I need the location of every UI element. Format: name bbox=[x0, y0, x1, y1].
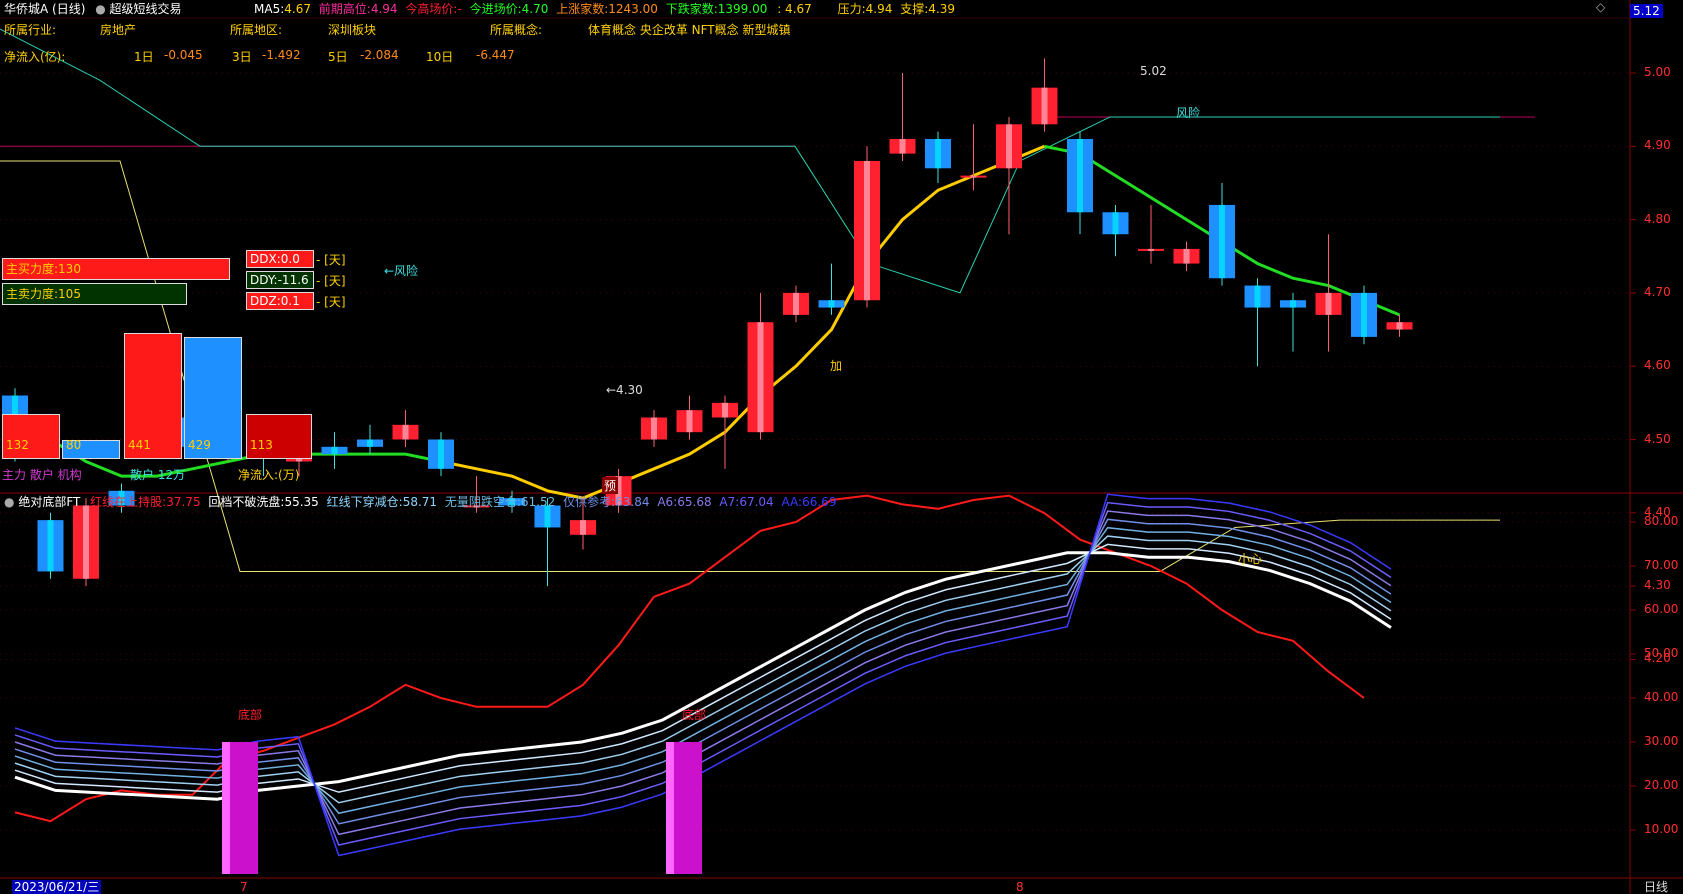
candle-highlight bbox=[1290, 300, 1296, 308]
price-tick-label: 4.50 bbox=[1644, 431, 1671, 446]
price-tick-label: 4.30 bbox=[1644, 578, 1671, 593]
lower-tick-label: 60.00 bbox=[1644, 602, 1679, 616]
ddx-box: DDX:0.0 bbox=[246, 250, 314, 268]
candle-highlight bbox=[1041, 87, 1048, 125]
stock-title: 华侨城A (日线) bbox=[4, 2, 86, 16]
candle-highlight bbox=[1219, 204, 1225, 279]
candle-highlight bbox=[1006, 124, 1012, 169]
ma-line-yellow bbox=[440, 144, 1046, 500]
candle-highlight bbox=[83, 505, 89, 579]
ddz-day: - [天] bbox=[316, 295, 346, 309]
fan-line bbox=[14, 518, 1392, 825]
candle-highlight bbox=[899, 138, 906, 154]
candle-highlight bbox=[438, 439, 444, 469]
price-tick-label: 4.90 bbox=[1644, 138, 1671, 153]
vol-bar-main-sell: 80 bbox=[62, 438, 120, 459]
candle-highlight bbox=[47, 520, 54, 572]
lower-indicator-icon: ● bbox=[4, 495, 15, 509]
candle-highlight bbox=[580, 520, 586, 535]
vol-bar-main-buy: 132 bbox=[2, 414, 60, 459]
candle-highlight bbox=[686, 410, 693, 433]
lower-tick-label: 10.00 bbox=[1644, 822, 1679, 836]
candle-highlight bbox=[331, 446, 338, 455]
candle-highlight bbox=[1183, 248, 1190, 264]
period-label[interactable]: 日线 bbox=[1644, 880, 1668, 894]
header-values: MA5:4.67 前期高位:4.94 今高场价:- 今进场价:4.70 上涨家数… bbox=[254, 2, 955, 16]
candle-highlight bbox=[722, 402, 728, 418]
fan-line bbox=[14, 551, 1392, 801]
indicator-icon: ● bbox=[95, 2, 106, 16]
candle-highlight bbox=[367, 439, 373, 447]
industry-row: 所属行业: 房地产 所属地区: 深圳板块 所属概念: 体育概念 央企改革 NFT… bbox=[4, 23, 791, 37]
bottom-signal-2: 底部 bbox=[682, 708, 707, 722]
careful-signal: 小心 bbox=[1238, 552, 1263, 566]
lower-tick-label: 30.00 bbox=[1644, 734, 1679, 748]
ddy-day: - [天] bbox=[316, 274, 346, 288]
candle-highlight bbox=[651, 417, 657, 440]
candle-highlight bbox=[1148, 248, 1154, 251]
candle-highlight bbox=[1396, 322, 1403, 330]
add-annotation: 加 bbox=[830, 359, 843, 373]
candle-highlight bbox=[935, 138, 941, 169]
lower-indicator-name[interactable]: 绝对底部FT bbox=[18, 495, 80, 509]
candle-highlight bbox=[828, 300, 835, 308]
candle-highlight bbox=[1325, 292, 1332, 315]
lower-tick-label: 20.00 bbox=[1644, 778, 1679, 792]
month-marker-7: 7 bbox=[240, 880, 248, 894]
vol-bar-retail-buy: 441 bbox=[124, 333, 182, 459]
candle-highlight bbox=[1077, 138, 1083, 213]
lower-tick-label: 40.00 bbox=[1644, 690, 1679, 704]
ddx-day: - [天] bbox=[316, 253, 346, 267]
main-force-label: 主力 散户 机构 bbox=[2, 468, 82, 482]
bottom-signal-1: 底部 bbox=[238, 708, 263, 722]
lower-tick-label: 70.00 bbox=[1644, 558, 1679, 572]
fan-line bbox=[14, 501, 1392, 846]
ddy-box: DDY:-11.6 bbox=[246, 271, 314, 289]
netflow-row: 净流入(亿): 1日 -0.045 3日 -1.492 5日 -2.084 10日 -6… bbox=[4, 48, 515, 64]
lower-tick-label: 80.00 bbox=[1644, 514, 1679, 528]
vol-bar-netflow: 113 bbox=[246, 414, 312, 459]
diamond-icon[interactable]: ◇ bbox=[1596, 0, 1605, 14]
lower-tick-label: 50.00 bbox=[1644, 646, 1679, 660]
candle-highlight bbox=[402, 424, 409, 440]
buy-force-box: 主买力度:130 bbox=[2, 258, 230, 280]
indicator-name[interactable]: 超级短线交易 bbox=[110, 2, 182, 16]
vol-bar-retail-sell: 429 bbox=[184, 337, 242, 459]
month-marker-8: 8 bbox=[1016, 880, 1024, 894]
lower-indicator-header: ● 绝对底部FT 红线在上持股:37.75 回档不破洗盘:55.35 红线下穿减… bbox=[4, 495, 837, 509]
low-annotation: ←4.30 bbox=[606, 383, 643, 397]
trend-line bbox=[0, 28, 1500, 294]
forecast-marker: 预 bbox=[602, 477, 619, 494]
price-tick-label: 4.80 bbox=[1644, 211, 1671, 226]
candle-highlight bbox=[1112, 212, 1119, 235]
bottom-bar-2-highlight bbox=[666, 742, 674, 874]
candle-highlight bbox=[757, 322, 764, 433]
candle-highlight bbox=[793, 292, 799, 315]
ddz-box: DDZ:0.1 bbox=[246, 292, 314, 310]
price-tick-label: 4.70 bbox=[1644, 284, 1671, 299]
price-tick-label: 5.00 bbox=[1644, 65, 1671, 79]
sell-force-box: 主卖力度:105 bbox=[2, 283, 187, 305]
risk-annotation-2: 风险 bbox=[1176, 106, 1201, 120]
risk-annotation-1: ←风险 bbox=[384, 264, 419, 278]
price-tick-label: 4.60 bbox=[1644, 358, 1671, 373]
bottom-bar-1-highlight bbox=[222, 742, 230, 874]
netin-label: 净流入:(万) bbox=[238, 468, 300, 482]
price-tag: 5.12 bbox=[1630, 4, 1663, 18]
candle-highlight bbox=[1361, 292, 1367, 337]
high-annotation: 5.02 bbox=[1140, 64, 1167, 78]
candle-highlight bbox=[970, 175, 977, 178]
retail-label: 散户 12万 bbox=[130, 468, 186, 482]
candle-highlight bbox=[864, 160, 870, 301]
date-label: 2023/06/21/三 bbox=[12, 880, 102, 894]
candle-highlight bbox=[1254, 285, 1261, 308]
